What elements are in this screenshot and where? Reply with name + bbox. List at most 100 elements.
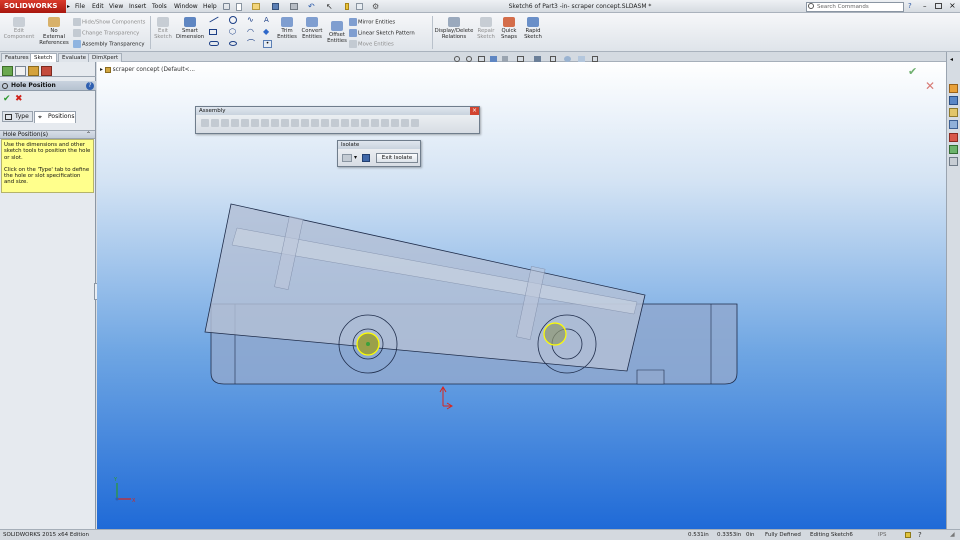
exit-sketch-button[interactable]: Exit Sketch [152,17,174,40]
custom-properties-icon[interactable] [949,145,958,154]
instant-3d-icon[interactable] [351,119,359,127]
mate-icon[interactable] [211,119,219,127]
exploded-view-icon[interactable] [301,119,309,127]
rectangle-icon[interactable] [209,29,217,35]
view-palette-icon[interactable] [949,120,958,129]
menu-insert[interactable]: Insert [129,0,146,13]
tab-dimxpert[interactable]: DimXpert [88,53,123,62]
tab-evaluate[interactable]: Evaluate [58,53,91,62]
assembly-transparency-button[interactable]: Assembly Transparency [72,39,145,49]
feature-tree-tab-icon[interactable] [2,66,13,76]
appearances-icon[interactable] [949,133,958,142]
arc-icon[interactable]: ◠ [247,28,254,36]
convert-entities-button[interactable]: Convert Entities [300,17,324,40]
undo-icon[interactable]: ↶ [308,2,315,11]
help-icon[interactable]: ? [86,82,94,90]
toolbox-icon[interactable] [401,119,409,127]
assembly-features-icon[interactable] [261,119,269,127]
show-hidden-icon[interactable] [251,119,259,127]
linear-sketch-pattern-button[interactable]: Linear Sketch Pattern [348,28,415,38]
menu-window[interactable]: Window [174,0,198,13]
rotate-component-icon[interactable] [241,119,249,127]
isolate-toolbar-title[interactable]: Isolate [338,141,420,149]
file-explorer-icon[interactable] [949,108,958,117]
menu-file[interactable]: File [75,0,85,13]
fillet-icon[interactable]: ⌒ [247,40,255,48]
line-icon[interactable] [209,16,219,23]
move-entities-button[interactable]: Move Entities [348,39,394,49]
slot-icon[interactable] [209,41,219,46]
editing-status[interactable]: Editing Sketch6 [810,530,853,540]
spline-icon[interactable]: ∿ [247,16,254,24]
tab-positions[interactable]: ⌖ Positions [34,111,76,123]
minimize-icon[interactable]: – [923,2,927,11]
restore-icon[interactable] [935,3,942,9]
move-component-icon[interactable] [231,119,239,127]
repair-sketch-button[interactable]: Repair Sketch [475,17,497,40]
display-delete-relations-button[interactable]: Display/Delete Relations [434,17,474,40]
section-header[interactable]: Hole Position(s) ⌃ [0,130,95,139]
collapse-icon[interactable]: ⌃ [86,131,91,139]
display-manager-tab-icon[interactable] [41,66,52,76]
assembly-toolbar-title[interactable]: Assembly [196,107,479,115]
forum-icon[interactable] [949,157,958,166]
isolate-toolbar[interactable]: Isolate ▾ Exit Isolate [337,140,421,167]
rebuild-status-icon[interactable] [905,532,911,538]
smart-dimension-button[interactable]: Smart Dimension [176,17,204,40]
close-icon[interactable]: × [949,1,956,11]
property-manager-tab-icon[interactable] [15,66,26,76]
tab-features[interactable]: Features [1,53,33,62]
cancel-button[interactable]: ✖ [15,94,23,104]
change-transparency-button[interactable]: Change Transparency [72,28,139,38]
solidworks-logo[interactable]: SOLIDWORKS [0,0,66,13]
text-icon[interactable]: A [264,16,269,24]
menu-tools[interactable]: Tools [152,0,167,13]
select-icon[interactable]: ↖ [326,2,333,11]
tab-type[interactable]: Type [2,111,33,122]
resize-grip-icon[interactable]: ◢ [950,531,955,539]
insert-component-icon[interactable] [201,119,209,127]
help-icon[interactable]: ? [908,2,912,11]
circle-icon[interactable] [229,16,237,24]
configuration-tab-icon[interactable] [28,66,39,76]
options-icon[interactable]: ⚙ [372,2,379,11]
solidworks-resources-icon[interactable] [949,84,958,93]
mirror-entities-button[interactable]: Mirror Entities [348,17,395,27]
pin-icon[interactable] [223,3,230,10]
dropdown-arrow-icon[interactable]: ▾ [354,153,357,162]
interference-detection-icon[interactable] [321,119,329,127]
bill-of-materials-icon[interactable] [291,119,299,127]
trim-entities-button[interactable]: Trim Entities [276,17,298,40]
save-icon[interactable] [272,3,279,10]
new-motion-study-icon[interactable] [281,119,289,127]
clearance-verification-icon[interactable] [331,119,339,127]
quick-snaps-button[interactable]: Quick Snaps [498,17,520,40]
graphics-area[interactable]: ▸ scraper concept (Default<... ✔ ✕ Y X A… [97,56,946,529]
assembly-toolbar[interactable]: Assembly × [195,106,480,134]
plane-icon[interactable]: ◆ [263,28,269,36]
ok-button[interactable]: ✔ [3,94,11,104]
toolbar-close-icon[interactable]: × [470,107,479,115]
performance-evaluation-icon[interactable] [391,119,399,127]
explode-line-sketch-icon[interactable] [311,119,319,127]
units-indicator[interactable]: IPS [878,530,886,540]
save-as-display-state-icon[interactable] [362,154,370,162]
print-icon[interactable] [290,3,298,10]
menu-arrow-icon[interactable]: ▸ [67,3,72,10]
menu-edit[interactable]: Edit [92,0,104,13]
tab-sketch[interactable]: Sketch [30,53,57,62]
new-document-icon[interactable] [236,3,242,11]
polygon-icon[interactable]: ⬡ [229,28,236,36]
rapid-sketch-button[interactable]: Rapid Sketch [522,17,544,40]
open-icon[interactable] [252,3,260,10]
customize-icon[interactable]: ? [918,531,922,539]
sketch-icon[interactable] [411,119,419,127]
search-input[interactable]: Search Commands [806,2,904,12]
component-pattern-icon[interactable] [221,119,229,127]
assembly-visualization-icon[interactable] [381,119,389,127]
hole-alignment-icon[interactable] [341,119,349,127]
task-pane-expand-icon[interactable]: ◂ [950,57,953,63]
file-properties-icon[interactable] [356,3,363,10]
offset-entities-button[interactable]: Offset Entities [326,21,348,44]
ellipse-icon[interactable] [229,41,237,46]
